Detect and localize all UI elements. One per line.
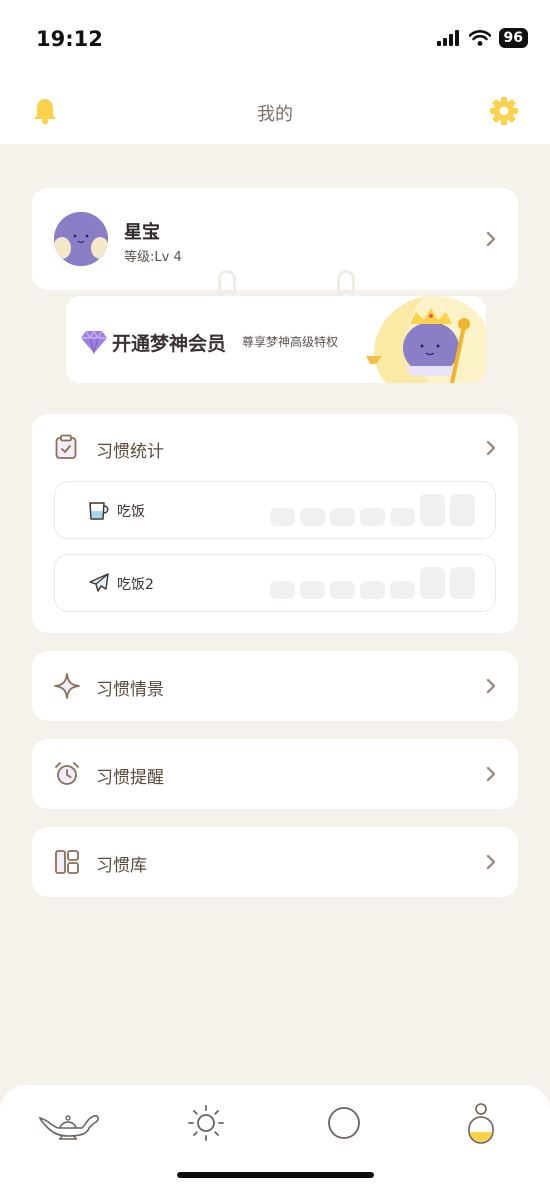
page-title: 我的 — [257, 104, 293, 125]
day-cell — [330, 508, 355, 526]
page-header: 我的 — [0, 80, 550, 144]
day-cell — [390, 581, 415, 599]
day-cell — [270, 508, 295, 526]
vip-banner[interactable]: 开通梦神会员 尊享梦神高级特权 — [66, 296, 486, 383]
status-bar: 19:12 96 — [0, 0, 550, 80]
habit-row[interactable]: 吃饭 — [54, 481, 496, 539]
chevron-right-icon — [486, 855, 496, 869]
day-cell — [300, 508, 325, 526]
day-cell — [450, 494, 475, 526]
menu-item-label: 习惯提醒 — [96, 768, 164, 788]
alarm-clock-icon — [55, 762, 79, 785]
avatar-image — [54, 212, 108, 266]
library-icon — [55, 850, 79, 874]
profile-level: 等级:Lv 4 — [124, 250, 182, 265]
day-cell — [420, 494, 445, 526]
magic-lamp-icon — [38, 1115, 99, 1140]
vip-title: 开通梦神会员 — [112, 333, 227, 355]
habit-name: 吃饭 — [117, 504, 145, 520]
tab-lamp[interactable] — [37, 1103, 101, 1143]
battery-indicator: 96 — [498, 28, 528, 48]
day-cell — [420, 567, 445, 599]
vip-subtitle: 尊享梦神高级特权 — [242, 335, 339, 349]
sparkle-icon — [54, 673, 80, 699]
status-time: 19:12 — [36, 27, 103, 51]
menu-item-habit-library[interactable]: 习惯库 — [32, 827, 518, 897]
chevron-right-icon[interactable] — [484, 441, 498, 455]
wifi-icon — [468, 30, 491, 46]
menu-item-label: 习惯库 — [96, 856, 147, 876]
clipboard-check-icon — [55, 434, 77, 459]
menu-item-label: 习惯情景 — [96, 680, 164, 700]
habit-name: 吃饭2 — [117, 577, 154, 593]
habit-row[interactable]: 吃饭2 — [54, 554, 496, 612]
habit-week-progress — [270, 494, 475, 526]
tab-sun[interactable] — [174, 1103, 238, 1143]
profile-name: 星宝 — [124, 222, 160, 243]
signal-icon — [436, 30, 459, 46]
moon-king-illustration — [366, 296, 486, 383]
day-cell — [450, 567, 475, 599]
diamond-icon — [81, 330, 107, 354]
day-cell — [300, 581, 325, 599]
tab-circle[interactable] — [312, 1103, 376, 1143]
chevron-right-icon — [486, 232, 496, 246]
day-cell — [360, 581, 385, 599]
sun-icon — [188, 1105, 224, 1141]
menu-item-habit-reminders[interactable]: 习惯提醒 — [32, 739, 518, 809]
chevron-right-icon — [486, 679, 496, 693]
day-cell — [330, 581, 355, 599]
day-cell — [390, 508, 415, 526]
person-icon — [468, 1103, 494, 1144]
circle-icon — [328, 1107, 360, 1139]
menu-item-habit-scenes[interactable]: 习惯情景 — [32, 651, 518, 721]
habit-week-progress — [270, 567, 475, 599]
day-cell — [270, 581, 295, 599]
tab-profile[interactable] — [449, 1103, 513, 1144]
day-cell — [360, 508, 385, 526]
avatar[interactable] — [54, 212, 108, 266]
status-icons: 96 — [436, 28, 528, 48]
cup-icon — [89, 502, 109, 520]
habit-stats-card: 习惯统计 吃饭 吃饭2 — [32, 414, 518, 633]
plane-icon — [89, 573, 109, 592]
home-indicator — [177, 1172, 374, 1178]
profile-card[interactable]: 星宝 等级:Lv 4 — [32, 188, 518, 290]
habit-stats-title[interactable]: 习惯统计 — [96, 437, 164, 462]
chevron-right-icon — [486, 767, 496, 781]
gear-icon[interactable] — [490, 97, 518, 125]
